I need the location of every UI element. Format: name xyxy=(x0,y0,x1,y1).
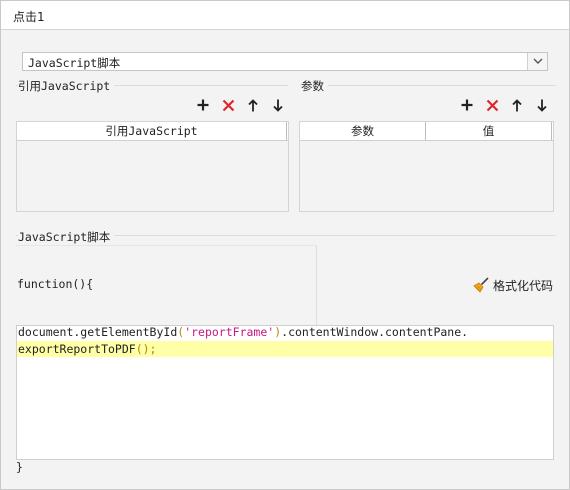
references-table[interactable]: 引用JavaScript xyxy=(16,121,289,212)
references-table-header: 引用JavaScript xyxy=(17,122,288,141)
references-label: 引用JavaScript xyxy=(18,78,115,94)
arrow-up-icon[interactable] xyxy=(509,97,525,113)
script-type-select[interactable]: JavaScript脚本 xyxy=(22,52,548,71)
delete-x-icon[interactable] xyxy=(220,97,236,113)
column-header-param[interactable]: 参数 xyxy=(300,122,426,140)
params-table-header: 参数 值 xyxy=(300,122,553,141)
references-toolbar xyxy=(195,97,286,113)
format-code-label: 格式化代码 xyxy=(493,278,554,293)
script-section-label: JavaScript脚本 xyxy=(18,229,115,245)
broom-icon xyxy=(473,277,489,293)
params-toolbar xyxy=(459,97,550,113)
code-editor[interactable]: document.getElementById('reportFrame').c… xyxy=(16,325,554,460)
params-table[interactable]: 参数 值 xyxy=(299,121,554,212)
delete-x-icon[interactable] xyxy=(484,97,500,113)
arrow-up-icon[interactable] xyxy=(245,97,261,113)
function-header: function(){ xyxy=(17,277,94,291)
arrow-down-icon[interactable] xyxy=(270,97,286,113)
format-code-button[interactable]: 格式化代码 xyxy=(473,277,553,293)
column-header-value[interactable]: 值 xyxy=(426,122,552,140)
script-type-value: JavaScript脚本 xyxy=(28,56,121,70)
params-label: 参数 xyxy=(301,78,328,94)
plus-icon[interactable] xyxy=(195,97,211,113)
code-line-1: document.getElementById('reportFrame').c… xyxy=(18,325,469,339)
plus-icon[interactable] xyxy=(459,97,475,113)
arrow-down-icon[interactable] xyxy=(534,97,550,113)
title-bar: 点击1 xyxy=(1,1,569,30)
function-closing-brace: } xyxy=(16,460,23,474)
code-line-2: exportReportToPDF(); xyxy=(17,341,553,357)
params-divider xyxy=(300,85,556,86)
column-header-reference[interactable]: 引用JavaScript xyxy=(17,122,287,140)
dialog-title: 点击1 xyxy=(13,10,45,24)
chevron-down-icon[interactable] xyxy=(527,53,547,70)
